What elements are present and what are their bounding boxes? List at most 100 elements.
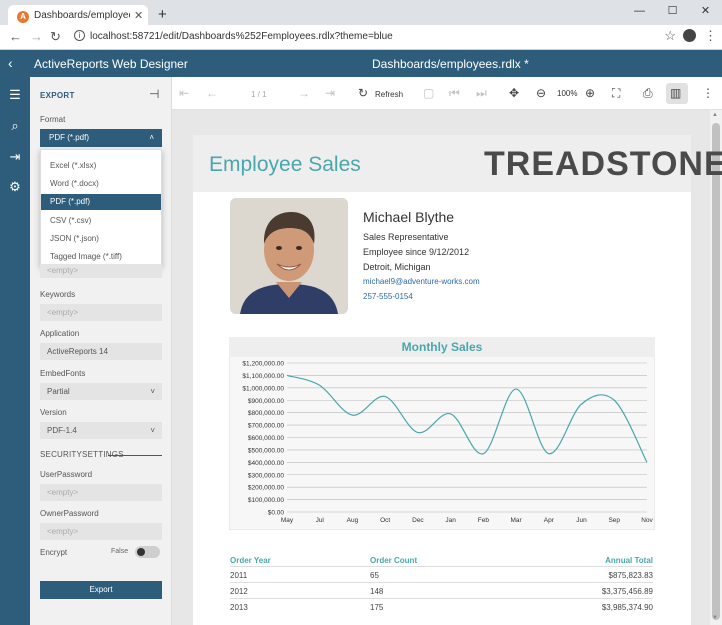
report-page: Employee Sales TREADSTONE Michael Blythe…: [193, 135, 722, 625]
scroll-up-icon[interactable]: ▲: [712, 112, 718, 118]
page-indicator[interactable]: 1 / 1: [251, 90, 267, 99]
format-dropdown-menu: Excel (*.xlsx) Word (*.docx) PDF (*.pdf)…: [40, 149, 162, 267]
bookmark-star-icon[interactable]: ☆: [664, 28, 676, 44]
embedfonts-value: Partial: [47, 387, 70, 396]
export-icon[interactable]: ⇥: [0, 149, 30, 165]
chart-x-tick-label: Jan: [445, 517, 456, 524]
table-cell-year: 2013: [230, 603, 248, 612]
fullscreen-icon[interactable]: ⛶: [612, 86, 620, 101]
embedfonts-label: EmbedFonts: [40, 369, 86, 378]
table-cell-count: 175: [370, 603, 384, 612]
site-info-icon[interactable]: i: [74, 30, 85, 41]
format-option-json[interactable]: JSON (*.json): [41, 231, 161, 247]
first-page-icon[interactable]: ⇤: [179, 86, 189, 100]
profile-avatar-icon[interactable]: [683, 29, 696, 42]
chart-title: Monthly Sales: [402, 340, 483, 354]
last-page-icon[interactable]: ⇥: [325, 86, 335, 100]
chart-y-tick-label: $300,000.00: [248, 472, 285, 479]
table-divider: [230, 566, 653, 567]
ownerpassword-input[interactable]: <empty>: [40, 523, 162, 540]
keywords-label: Keywords: [40, 290, 76, 299]
url-field[interactable]: i localhost:58721/edit/Dashboards%252Fem…: [70, 28, 680, 46]
close-tab-icon[interactable]: ✕: [134, 9, 143, 22]
chart-x-tick-label: Dec: [412, 517, 424, 524]
zoom-out-icon[interactable]: ⊖: [536, 86, 546, 100]
browser-menu-icon[interactable]: ⋮: [704, 28, 717, 44]
keywords-input[interactable]: <empty>: [40, 304, 162, 321]
new-tab-icon[interactable]: +: [158, 6, 167, 23]
address-bar: ← → ↻ i localhost:58721/edit/Dashboards%…: [0, 25, 722, 50]
format-option-csv[interactable]: CSV (*.csv): [41, 213, 161, 229]
format-option-tiff[interactable]: Tagged Image (*.tiff): [41, 249, 161, 265]
chart-x-tick-label: Nov: [641, 517, 653, 524]
history-forward-icon[interactable]: ⏭: [476, 86, 487, 101]
employee-email-link[interactable]: michael9@adventure-works.com: [363, 277, 480, 286]
chart-y-tick-label: $100,000.00: [248, 497, 285, 504]
hidden-field-input[interactable]: <empty>: [40, 264, 162, 278]
previous-page-icon[interactable]: ←: [206, 86, 218, 100]
table-cell-total: $3,985,374.90: [601, 603, 653, 612]
pan-mode-icon[interactable]: ✥: [509, 86, 519, 100]
chart-y-tick-label: $700,000.00: [248, 423, 285, 430]
menu-icon[interactable]: ☰: [0, 87, 30, 103]
next-page-icon[interactable]: →: [298, 86, 310, 100]
version-select[interactable]: PDF-1.4 ˅: [40, 422, 162, 439]
table-cell-total: $875,823.83: [608, 571, 654, 580]
chevron-left-icon[interactable]: ‹: [8, 55, 13, 71]
format-label: Format: [40, 115, 66, 124]
toggle-knob: [137, 548, 145, 556]
chart-x-tick-label: Oct: [380, 517, 390, 524]
url-text: localhost:58721/edit/Dashboards%252Fempl…: [90, 31, 393, 42]
viewer-toolbar: ⇤ ← 1 / 1 → ⇥ ↻ Refresh ▢ ⏮ ⏭ ✥ ⊖ 100% ⊕…: [172, 77, 722, 110]
format-value: PDF (*.pdf): [49, 133, 90, 142]
chart-x-tick-label: May: [281, 517, 294, 524]
forward-arrow-icon[interactable]: →: [30, 29, 43, 44]
document-title: Dashboards/employees.rdlx *: [372, 57, 529, 71]
chart-y-tick-label: $1,100,000.00: [242, 373, 284, 380]
zoom-level[interactable]: 100%: [557, 89, 577, 98]
print-icon[interactable]: ⎙: [643, 86, 653, 101]
table-divider: [230, 582, 653, 583]
back-arrow-icon[interactable]: ←: [9, 29, 22, 44]
export-button[interactable]: Export: [40, 581, 162, 599]
encrypt-value: False: [111, 548, 129, 555]
icon-rail: ☰ ⌕ ⇥ ⚙: [0, 77, 30, 625]
application-input[interactable]: ActiveReports 14: [40, 343, 162, 360]
userpassword-input[interactable]: <empty>: [40, 484, 162, 501]
scroll-down-icon[interactable]: ▼: [712, 615, 718, 621]
format-option-excel[interactable]: Excel (*.xlsx): [41, 158, 161, 174]
sidebar-toggle-button[interactable]: ▥: [666, 83, 688, 104]
scrollbar-thumb[interactable]: [712, 123, 720, 620]
chart-y-tick-label: $900,000.00: [248, 398, 285, 405]
more-options-icon[interactable]: ⋮: [702, 86, 714, 100]
format-select[interactable]: PDF (*.pdf) ˄: [40, 129, 162, 147]
history-back-icon[interactable]: ⏮: [449, 86, 460, 101]
chart-y-tick-label: $200,000.00: [248, 485, 285, 492]
version-label: Version: [40, 408, 67, 417]
refresh-icon[interactable]: ↻: [358, 86, 368, 100]
chart-y-tick-label: $800,000.00: [248, 410, 285, 417]
pin-icon[interactable]: ⊣: [149, 87, 159, 101]
reload-icon[interactable]: ↻: [50, 29, 61, 45]
employee-since: Employee since 9/12/2012: [363, 247, 470, 257]
format-option-word[interactable]: Word (*.docx): [41, 176, 161, 192]
chart-x-tick-label: Jun: [576, 517, 587, 524]
search-icon[interactable]: ⌕: [0, 118, 30, 134]
userpassword-label: UserPassword: [40, 470, 93, 479]
table-header-annual-total: Annual Total: [605, 556, 653, 565]
zoom-in-icon[interactable]: ⊕: [585, 86, 595, 100]
refresh-button[interactable]: Refresh: [375, 90, 403, 99]
encrypt-toggle[interactable]: [135, 546, 160, 558]
format-option-pdf[interactable]: PDF (*.pdf): [41, 194, 161, 210]
parent-report-icon[interactable]: ▢: [423, 86, 434, 100]
embedfonts-select[interactable]: Partial ˅: [40, 383, 162, 400]
app-favicon-icon: A: [17, 11, 29, 23]
report-viewer: ▲ ▼ Employee Sales TREADSTONE Michael Bl…: [172, 110, 722, 625]
app-title: ActiveReports Web Designer: [34, 57, 188, 71]
application-label: Application: [40, 329, 80, 338]
parameters-icon[interactable]: ⚙: [0, 179, 30, 195]
employee-phone-link[interactable]: 257-555-0154: [363, 292, 413, 301]
chart-y-tick-label: $400,000.00: [248, 460, 285, 467]
app-header: ‹ ActiveReports Web Designer Dashboards/…: [0, 50, 722, 77]
chart-y-tick-label: $0.00: [268, 510, 285, 517]
